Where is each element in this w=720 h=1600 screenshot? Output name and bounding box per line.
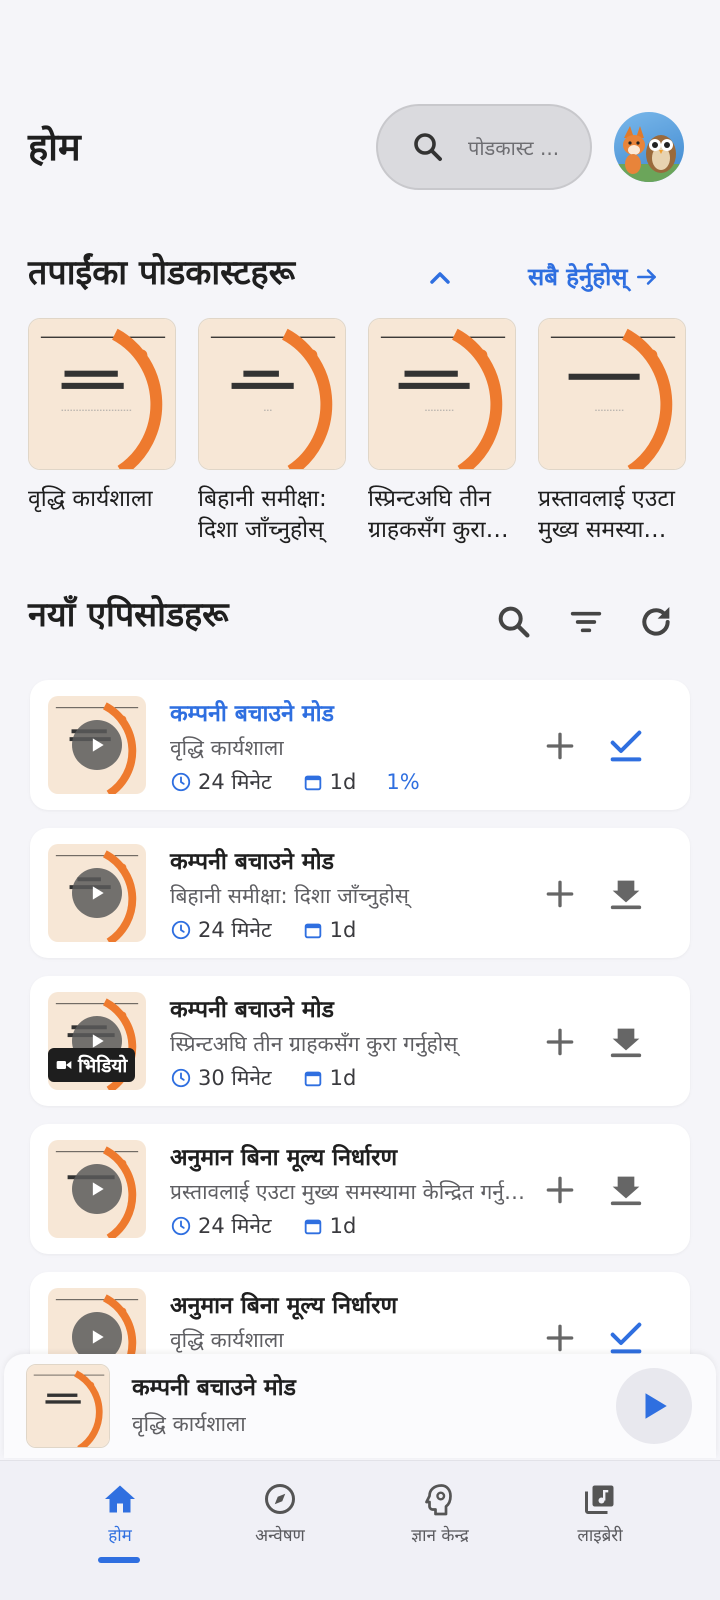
nav-item-home[interactable]: होम [40, 1481, 200, 1546]
see-all-link[interactable]: सबै हेर्नुहोस् [528, 260, 660, 293]
episode-card[interactable]: अनुमान बिना मूल्य निर्धारण प्रस्तावलाई ए… [30, 1124, 690, 1254]
podcast-card[interactable]: प्रस्तावलाई एउटा मुख्य समस्यामा केन्द्रि… [538, 318, 686, 546]
calendar-icon [304, 1219, 321, 1235]
avatar[interactable] [614, 112, 684, 182]
nav-label: होम [108, 1526, 132, 1546]
podcast-card[interactable]: बिहानी समीक्षा: दिशा जाँच्नुहोस् [198, 318, 346, 546]
clock-icon [171, 772, 191, 792]
clock-icon [171, 1216, 191, 1236]
search-icon [414, 133, 442, 161]
library-music-icon [585, 1485, 614, 1514]
episode-card[interactable]: कम्पनी बचाउने मोड वृद्धि कार्यशाला 24 मि… [30, 680, 690, 810]
add-icon[interactable] [540, 874, 580, 914]
refresh-icon[interactable] [636, 602, 676, 642]
search-placeholder: पोडकास्ट ... [468, 135, 560, 160]
arrow-right-icon [636, 268, 656, 285]
episode-title: अनुमान बिना मूल्य निर्धारण [170, 1293, 398, 1319]
podcast-name: बिहानी समीक्षा: दिशा जाँच्नुहोस् [198, 486, 327, 543]
mini-player[interactable]: कम्पनी बचाउने मोड वृद्धि कार्यशाला [4, 1354, 716, 1458]
play-icon[interactable] [72, 1164, 122, 1214]
chevron-up-icon[interactable] [424, 262, 456, 294]
mini-player-artwork [26, 1364, 110, 1448]
episode-title: अनुमान बिना मूल्य निर्धारण [170, 1145, 398, 1171]
episode-duration: 24 मिनेट [198, 918, 272, 942]
mini-player-podcast: वृद्धि कार्यशाला [132, 1412, 246, 1436]
episode-meta: 24 मिनेट 1d 1% [170, 768, 420, 796]
nav-label: अन्वेषण [255, 1526, 305, 1546]
episode-duration: 30 मिनेट [198, 1066, 272, 1090]
page-title: होम [28, 125, 81, 169]
add-icon[interactable] [540, 1170, 580, 1210]
compass-icon [265, 1484, 295, 1514]
podcasts-section-title: तपाईंका पोडकास्टहरू [28, 253, 296, 293]
check-icon[interactable] [606, 1318, 646, 1358]
nav-item-library[interactable]: लाइब्रेरी [520, 1481, 680, 1546]
calendar-icon [304, 923, 321, 939]
play-icon [645, 1393, 667, 1419]
episode-card[interactable]: कम्पनी बचाउने मोड बिहानी समीक्षा: दिशा ज… [30, 828, 690, 958]
episode-card[interactable]: भिडियो कम्पनी बचाउने मोड स्प्रिन्टअघि ती… [30, 976, 690, 1106]
episode-meta: 30 मिनेट 1d [170, 1064, 356, 1092]
nav-label: ज्ञान केन्द्र [411, 1526, 469, 1546]
episode-podcast: वृद्धि कार्यशाला [170, 1328, 284, 1352]
play-icon[interactable] [72, 868, 122, 918]
clock-icon [171, 920, 191, 940]
nav-active-indicator [98, 1557, 140, 1563]
episodes-section-title: नयाँ एपिसोडहरू [28, 595, 229, 635]
episode-age: 1d [329, 918, 357, 942]
nav-label: लाइब्रेरी [577, 1526, 623, 1546]
search-icon[interactable] [494, 602, 534, 642]
episode-title: कम्पनी बचाउने मोड [170, 997, 334, 1023]
episode-podcast: स्प्रिन्टअघि तीन ग्राहकसँग कुरा गर्नुहोस… [170, 1032, 458, 1056]
episode-duration: 24 मिनेट [198, 770, 272, 794]
calendar-icon [304, 1071, 321, 1087]
episode-age: 1d [329, 1214, 357, 1238]
podcast-artwork [198, 318, 346, 470]
bottom-nav: होम अन्वेषण ज्ञान केन्द्र लाइब्रेरी [0, 1460, 720, 1600]
see-all-label: सबै हेर्नुहोस् [528, 263, 628, 291]
episode-meta: 24 मिनेट 1d [170, 1212, 356, 1240]
podcast-artwork [28, 318, 176, 470]
episode-podcast: प्रस्तावलाई एउटा मुख्य समस्यामा केन्द्रि… [170, 1180, 530, 1204]
episode-title: कम्पनी बचाउने मोड [170, 849, 334, 875]
episode-podcast: बिहानी समीक्षा: दिशा जाँच्नुहोस् [170, 884, 409, 908]
check-icon[interactable] [606, 726, 646, 766]
video-badge: भिडियो [48, 1048, 136, 1082]
filter-icon[interactable] [566, 602, 606, 642]
play-button[interactable] [616, 1368, 692, 1444]
play-icon[interactable] [72, 720, 122, 770]
episode-progress: 1% [386, 770, 420, 794]
podcast-card[interactable]: वृद्धि कार्यशाला [28, 318, 176, 515]
add-icon[interactable] [540, 1318, 580, 1358]
video-camera-icon [56, 1061, 72, 1069]
podcast-name: प्रस्तावलाई एउटा मुख्य समस्यामा केन्द्रि… [538, 486, 675, 543]
download-icon[interactable] [606, 1022, 646, 1062]
clock-icon [171, 1068, 191, 1088]
add-icon[interactable] [540, 1022, 580, 1062]
home-icon [105, 1485, 135, 1513]
nav-item-knowledge[interactable]: ज्ञान केन्द्र [360, 1481, 520, 1546]
episode-duration: 24 मिनेट [198, 1214, 272, 1238]
episode-age: 1d [329, 1066, 357, 1090]
app-header: होम पोडकास्ट ... [0, 0, 720, 210]
podcast-name: स्प्रिन्टअघि तीन ग्राहकसँग कुरा गर्नुहोस… [368, 486, 492, 543]
episode-age: 1d [329, 770, 357, 794]
download-icon[interactable] [606, 1170, 646, 1210]
episode-podcast: वृद्धि कार्यशाला [170, 736, 284, 760]
video-badge-label: भिडियो [78, 1055, 128, 1077]
podcast-card[interactable]: स्प्रिन्टअघि तीन ग्राहकसँग कुरा गर्नुहोस… [368, 318, 516, 546]
add-icon[interactable] [540, 726, 580, 766]
brain-gear-icon [425, 1484, 452, 1516]
podcast-artwork [538, 318, 686, 470]
calendar-icon [304, 775, 321, 791]
nav-item-explore[interactable]: अन्वेषण [200, 1481, 360, 1546]
episode-meta: 24 मिनेट 1d [170, 916, 356, 944]
download-icon[interactable] [606, 874, 646, 914]
mini-player-title: कम्पनी बचाउने मोड [132, 1375, 296, 1401]
search-bar[interactable]: पोडकास्ट ... [376, 104, 592, 190]
podcast-name: वृद्धि कार्यशाला [28, 486, 153, 512]
avatar-illustration [614, 126, 684, 182]
podcast-artwork [368, 318, 516, 470]
episode-title: कम्पनी बचाउने मोड [170, 701, 334, 727]
